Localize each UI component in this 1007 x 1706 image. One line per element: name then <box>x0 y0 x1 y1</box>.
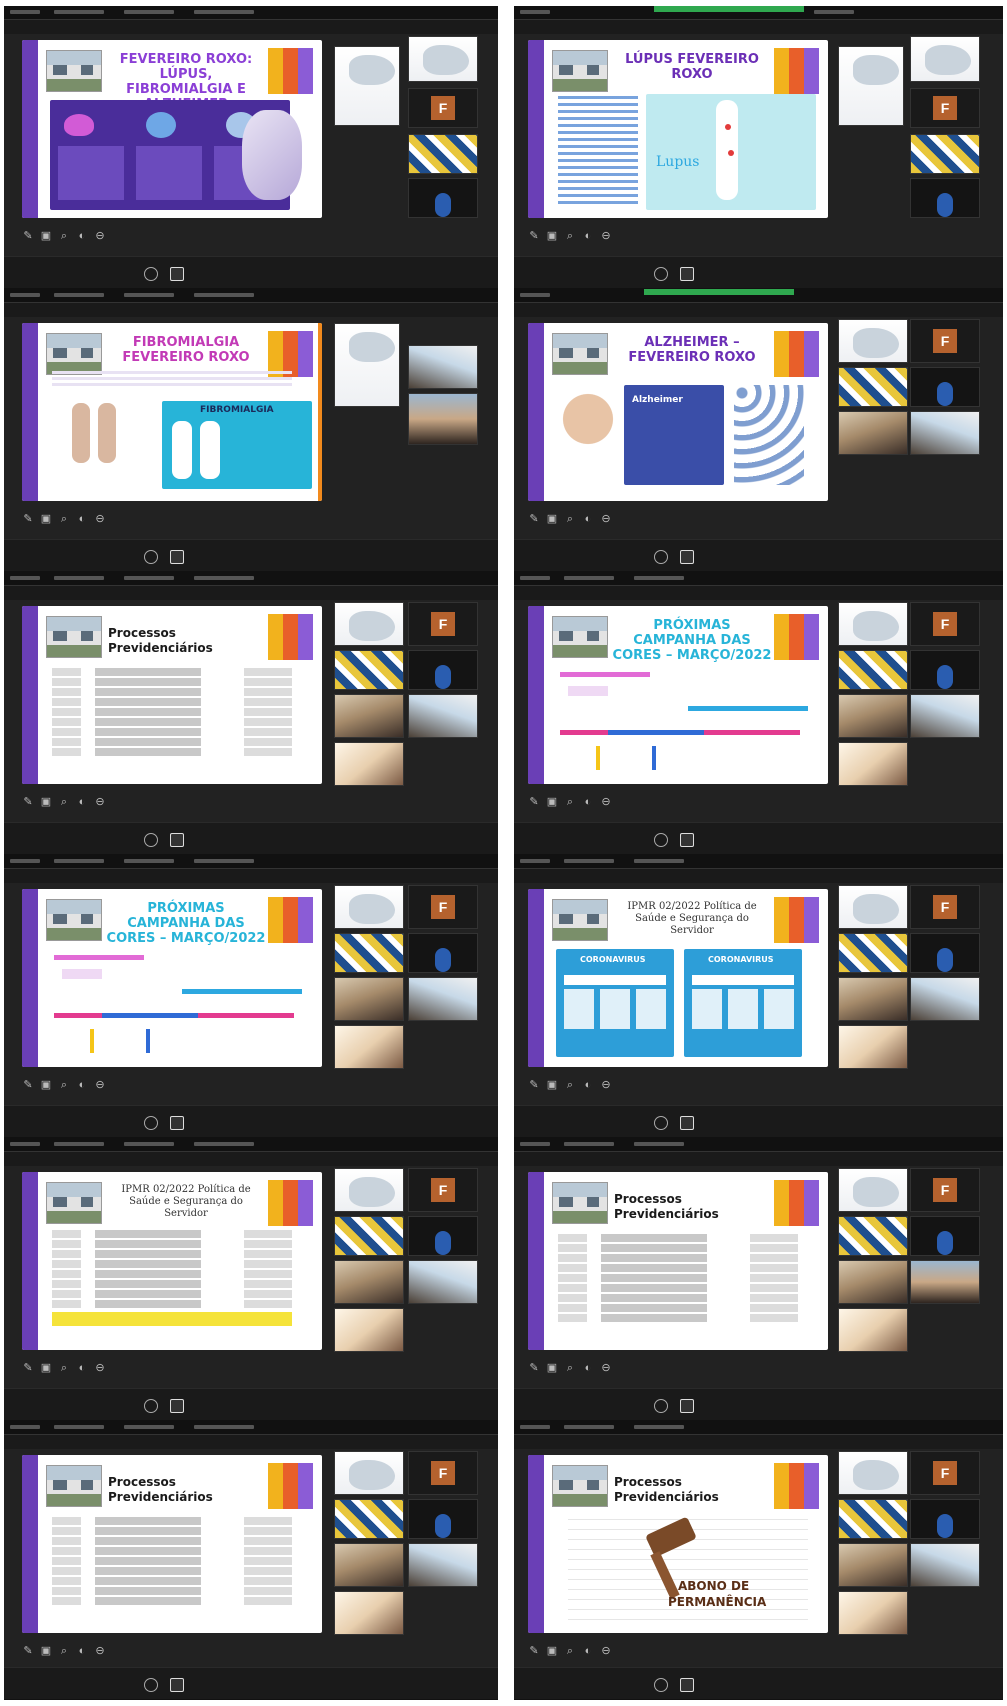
fibromialgia-box: FIBROMIALGIA <box>162 401 312 489</box>
slide-title: IPMR 02/2022 Política de Saúde e Seguran… <box>121 1184 251 1219</box>
meeting-panel-r1: LÚPUS FEVEREIRO ROXO Lupus F ✎ ▣ ⌕ ◐ ⊖ <box>514 6 1003 289</box>
meeting-panel-r2: ALZHEIMER – FEVEREIRO ROXO Alzheimer F ✎… <box>514 289 1003 572</box>
slide-alzheimer: ALZHEIMER – FEVEREIRO ROXO Alzheimer <box>528 323 828 501</box>
highlight-row <box>52 1312 292 1326</box>
slide-title: Processos Previdenciários <box>108 626 213 655</box>
meeting-panel-5: IPMR 02/2022 Política de Saúde e Seguran… <box>4 1138 498 1421</box>
slide-ipmr-coronavirus: IPMR 02/2022 Política de Saúde e Seguran… <box>528 889 828 1067</box>
slide-wave-decoration <box>22 40 46 218</box>
meeting-panel-2: FIBROMIALGIA FEVEREIRO ROXO FIBROMIALGIA… <box>4 289 498 572</box>
slide-abono-permanencia: Processos Previdenciários ABONO DE PERMA… <box>528 1455 828 1633</box>
slide-title: Processos Previdenciários <box>108 1475 213 1504</box>
right-column: LÚPUS FEVEREIRO ROXO Lupus F ✎ ▣ ⌕ ◐ ⊖ ALZHE… <box>514 6 1003 1700</box>
meeting-panel-r6: Processos Previdenciários ABONO DE PERMA… <box>514 1421 1003 1700</box>
slide-processos-1: Processos Previdenciários <box>22 606 322 784</box>
shared-thumbnail <box>334 323 400 407</box>
stamp-line-1: ABONO DE <box>678 1579 750 1593</box>
slide-title: LÚPUS FEVEREIRO ROXO <box>625 52 759 82</box>
shared-thumbnail <box>334 46 400 126</box>
slide-fevereiro-roxo: FEVEREIRO ROXO: LÚPUS, FIBROMIALGIA E AL… <box>22 40 322 218</box>
slide-lupus: LÚPUS FEVEREIRO ROXO Lupus <box>528 40 828 218</box>
window-topbar <box>4 6 498 20</box>
next-icon[interactable] <box>170 266 184 281</box>
prev-icon[interactable] <box>144 266 158 281</box>
video-tile-avatar: F <box>408 88 478 128</box>
body-figure-back <box>98 403 116 463</box>
meeting-panel-3: Processos Previdenciários F ✎ ▣ ⌕ ◐ ⊖ <box>4 572 498 855</box>
slide-processos-3: Processos Previdenciários <box>22 1455 322 1633</box>
video-tile-icon <box>408 178 478 218</box>
meeting-panel-r4: IPMR 02/2022 Política de Saúde e Seguran… <box>514 855 1003 1138</box>
institution-logo <box>268 48 314 94</box>
slide-title: PRÓXIMAS CAMPANHA DAS CORES – MARÇO/2022 <box>612 618 772 663</box>
slide-title: FIBROMIALGIA FEVEREIRO ROXO <box>122 335 250 365</box>
slide-campanha-1: PRÓXIMAS CAMPANHA DAS CORES – MARÇO/2022 <box>22 889 322 1067</box>
slide-campanha-2: PRÓXIMAS CAMPANHA DAS CORES – MARÇO/2022 <box>528 606 828 784</box>
building-photo <box>46 50 102 92</box>
stamp-line-2: PERMANÊNCIA <box>668 1595 767 1609</box>
left-column: FEVEREIRO ROXO: LÚPUS, FIBROMIALGIA E AL… <box>4 6 498 1700</box>
meeting-panel-r5: Processos Previdenciários F ✎ ▣ ⌕ ◐ ⊖ <box>514 1138 1003 1421</box>
slide-title: Processos Previdenciários <box>614 1192 719 1221</box>
building-photo <box>46 333 102 375</box>
slide-title: Processos Previdenciários <box>614 1475 719 1504</box>
slide-fibromialgia: FIBROMIALGIA FEVEREIRO ROXO FIBROMIALGIA <box>22 323 322 501</box>
meeting-panel-r3: PRÓXIMAS CAMPANHA DAS CORES – MARÇO/2022… <box>514 572 1003 855</box>
alzheimer-box: Alzheimer <box>624 385 724 485</box>
lupus-diagram: Lupus <box>646 94 816 210</box>
ribbon-graphic <box>242 110 302 200</box>
statistics-table <box>52 1228 292 1326</box>
body-figure-front <box>72 403 90 463</box>
video-tile-pattern <box>408 134 478 174</box>
video-tile-2 <box>408 393 478 445</box>
process-list <box>52 666 292 758</box>
video-tile-map <box>408 36 478 82</box>
slide-title: PRÓXIMAS CAMPANHA DAS CORES – MARÇO/2022 <box>106 901 266 946</box>
slide-title: ALZHEIMER – FEVEREIRO ROXO <box>628 335 756 365</box>
coronavirus-card-2: CORONAVIRUS <box>684 949 802 1057</box>
meeting-panel-6: Processos Previdenciários F ✎ ▣ ⌕ ◐ ⊖ <box>4 1421 498 1700</box>
view-bar <box>4 20 498 34</box>
annotation-toolbar[interactable]: ✎ ▣ ⌕ ◐ ⊖ <box>22 226 322 244</box>
meeting-controls[interactable] <box>4 256 498 288</box>
video-tile-1 <box>408 345 478 389</box>
slide-processos-2: Processos Previdenciários <box>528 1172 828 1350</box>
meeting-panel-4: PRÓXIMAS CAMPANHA DAS CORES – MARÇO/2022… <box>4 855 498 1138</box>
slide-ipmr-table: IPMR 02/2022 Política de Saúde e Seguran… <box>22 1172 322 1350</box>
coronavirus-card-1: CORONAVIRUS <box>556 949 674 1057</box>
slide-title: IPMR 02/2022 Política de Saúde e Seguran… <box>627 901 757 936</box>
meeting-panel-1: FEVEREIRO ROXO: LÚPUS, FIBROMIALGIA E AL… <box>4 6 498 289</box>
